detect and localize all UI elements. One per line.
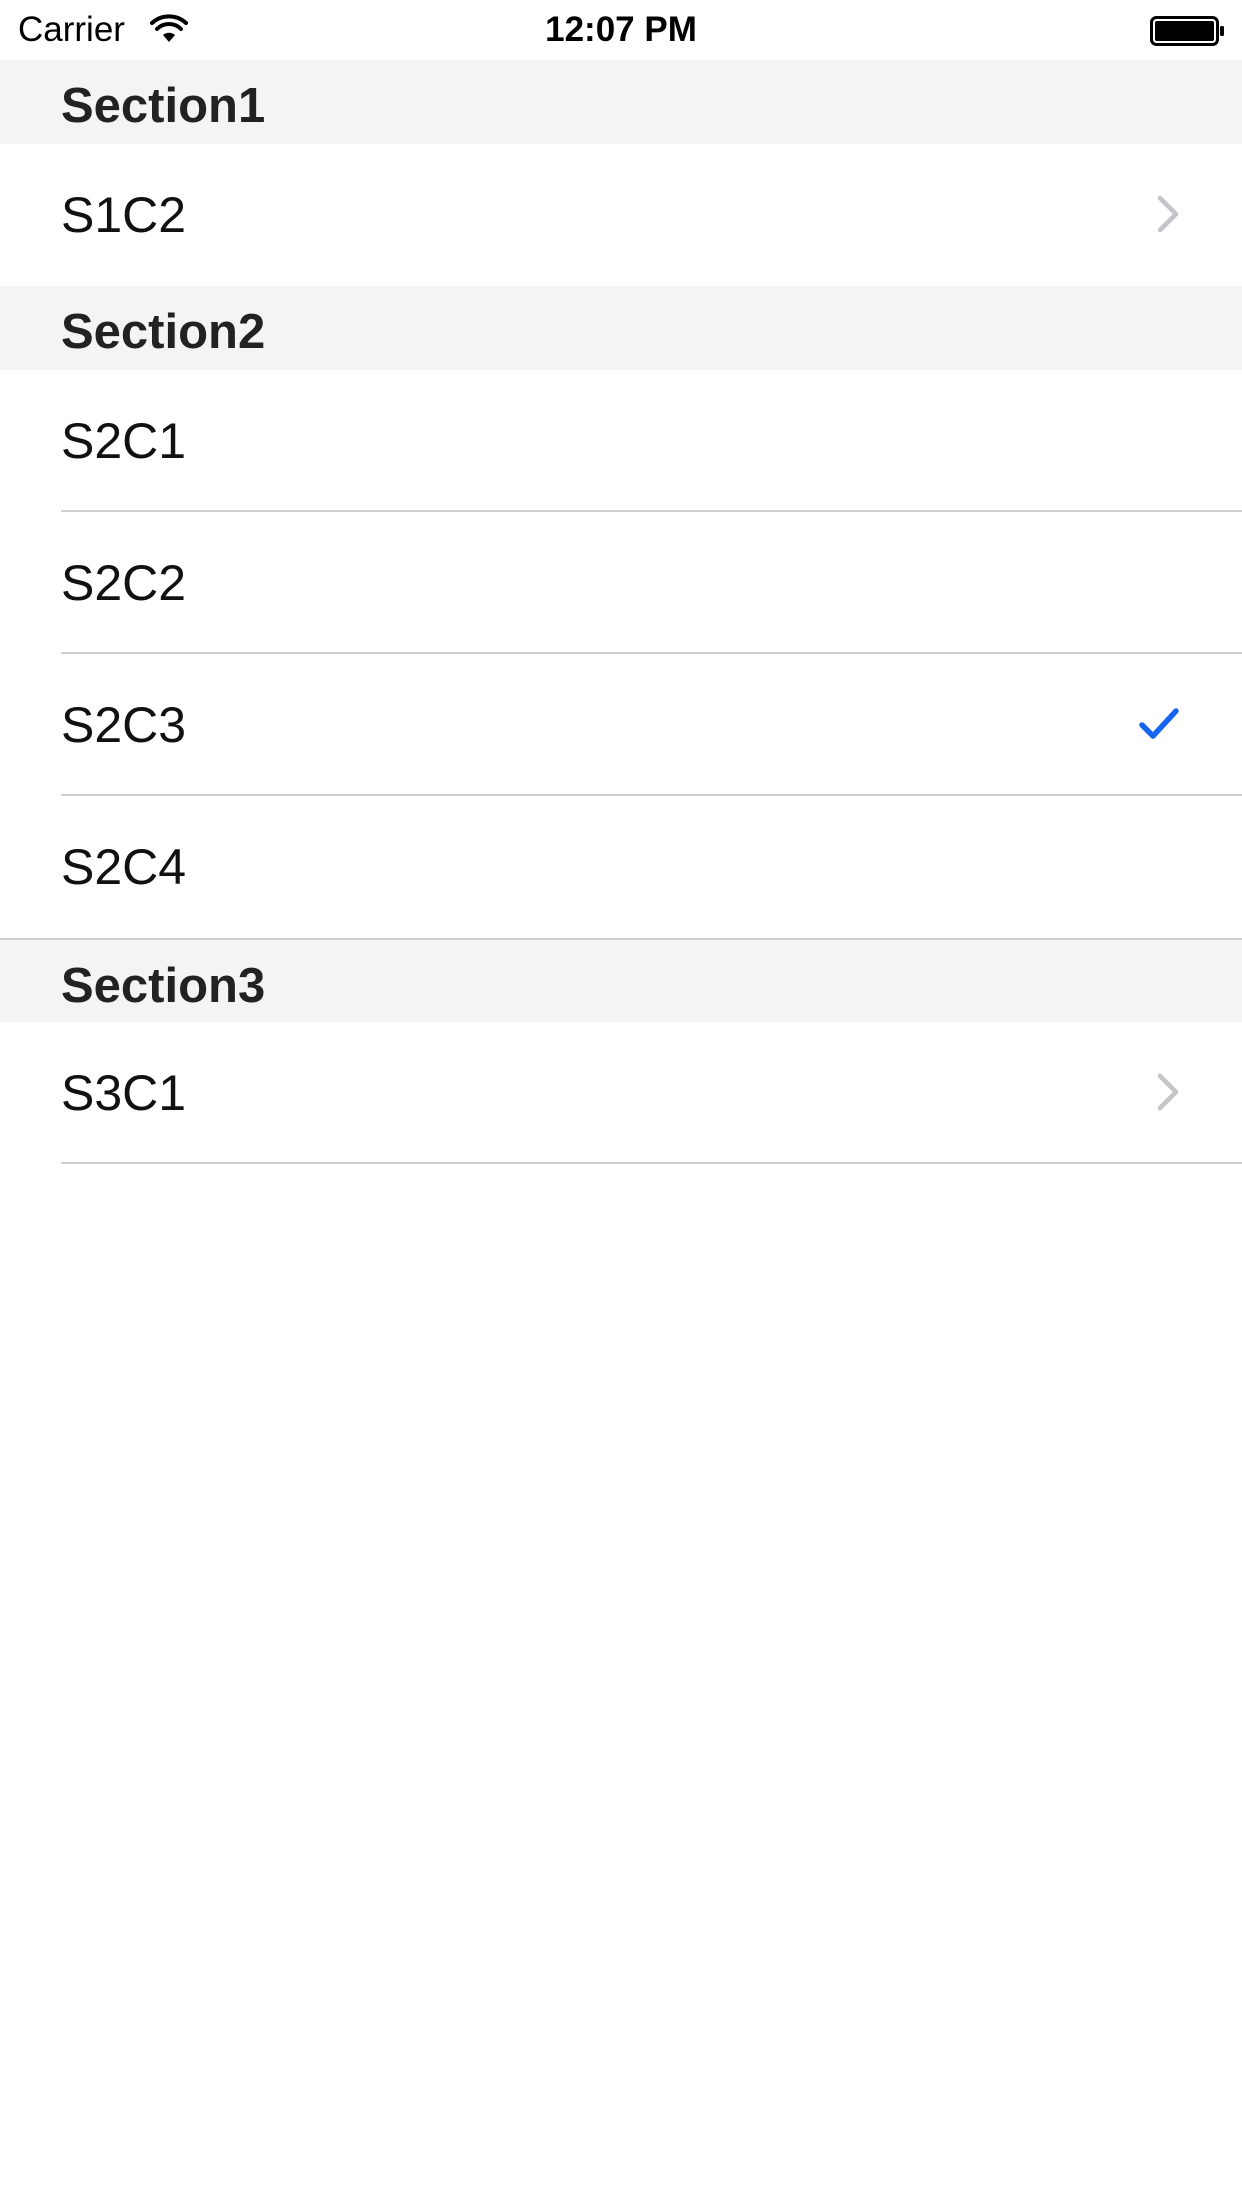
chevron-right-icon xyxy=(1157,195,1179,233)
section-title: Section1 xyxy=(61,79,266,133)
checkmark-icon xyxy=(1139,708,1179,739)
table-row-s2c2[interactable]: S2C2 xyxy=(0,512,1242,654)
table-row-s1c2[interactable]: S1C2 xyxy=(0,144,1242,286)
cell-label: S2C2 xyxy=(61,555,187,611)
section-header-1: Section1 xyxy=(0,60,1242,144)
table-row-s2c1[interactable]: S2C1 xyxy=(0,370,1242,512)
cell-label: S1C2 xyxy=(61,187,187,243)
status-bar: Carrier 12:07 PM xyxy=(0,0,1242,60)
section-header-2: Section2 xyxy=(0,286,1242,370)
table-view[interactable]: Section1 S1C2 Section2 S2C1 S2C2 S2C3 S2… xyxy=(0,60,1242,1164)
empty-table-area xyxy=(0,1176,1242,2208)
battery-icon xyxy=(1150,16,1224,46)
status-time: 12:07 PM xyxy=(545,10,697,49)
table-row-s3c1[interactable]: S3C1 xyxy=(0,1022,1242,1164)
cell-label: S2C3 xyxy=(61,697,187,753)
section-title: Section2 xyxy=(61,305,266,359)
section-title: Section3 xyxy=(61,959,266,1013)
table-row-s2c4[interactable]: S2C4 xyxy=(0,796,1242,938)
section-header-3: Section3 xyxy=(0,938,1242,1022)
cell-label: S3C1 xyxy=(61,1065,187,1121)
chevron-right-icon xyxy=(1157,1073,1179,1111)
cell-label: S2C1 xyxy=(61,413,187,469)
table-row-s2c3[interactable]: S2C3 xyxy=(0,654,1242,796)
row-separator xyxy=(61,1162,1242,1164)
cell-label: S2C4 xyxy=(61,839,187,895)
